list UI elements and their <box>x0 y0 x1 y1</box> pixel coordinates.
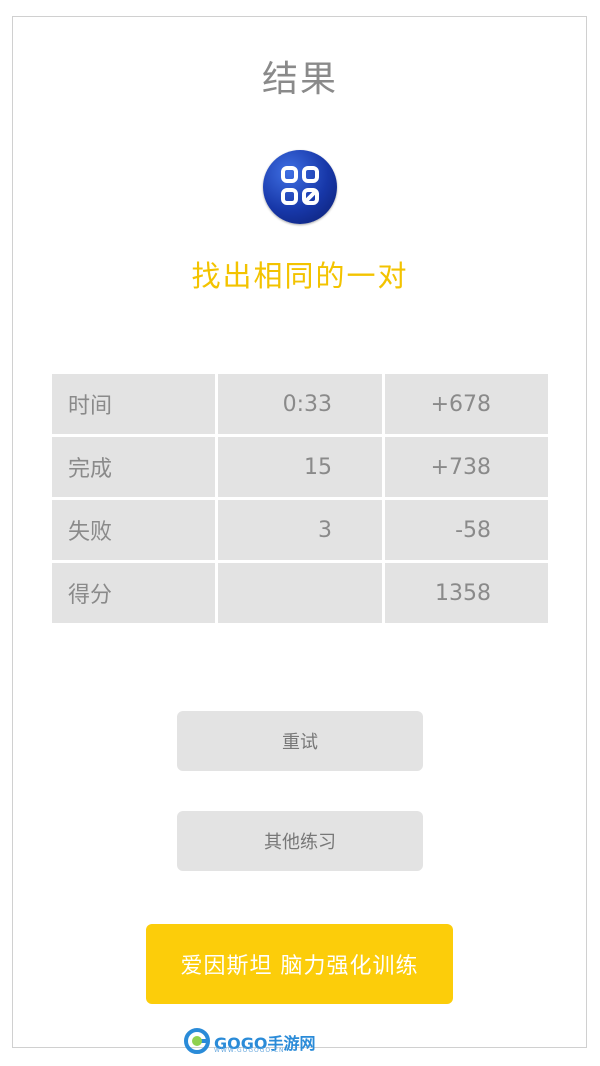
row-label: 时间 <box>52 374 215 434</box>
results-table: 时间 0:33 +678 完成 15 +738 失败 3 -58 得分 1358 <box>52 374 548 626</box>
row-label: 失败 <box>52 500 215 560</box>
row-value: 15 <box>218 437 382 497</box>
other-practice-button[interactable]: 其他练习 <box>177 811 423 871</box>
row-points: +738 <box>385 437 548 497</box>
row-points: +678 <box>385 374 548 434</box>
table-row: 时间 0:33 +678 <box>52 374 548 434</box>
watermark: GOGO手游网 WWW.GOGOGO.CN <box>184 1028 315 1058</box>
row-label: 完成 <box>52 437 215 497</box>
row-points: -58 <box>385 500 548 560</box>
brain-training-app-button[interactable]: 爱因斯坦 脑力强化训练 <box>146 924 453 1004</box>
grid-squares-icon <box>263 150 337 224</box>
row-label: 得分 <box>52 563 215 623</box>
row-value: 3 <box>218 500 382 560</box>
watermark-logo-icon <box>184 1028 210 1054</box>
table-row: 失败 3 -58 <box>52 500 548 560</box>
table-row: 完成 15 +738 <box>52 437 548 497</box>
watermark-url: WWW.GOGOGO.CN <box>214 1047 285 1054</box>
row-points: 1358 <box>385 563 548 623</box>
page-title: 结果 <box>261 59 338 100</box>
game-name: 找出相同的一对 <box>191 259 409 293</box>
table-row: 得分 1358 <box>52 563 548 623</box>
row-value <box>218 563 382 623</box>
row-value: 0:33 <box>218 374 382 434</box>
retry-button[interactable]: 重试 <box>177 711 423 771</box>
